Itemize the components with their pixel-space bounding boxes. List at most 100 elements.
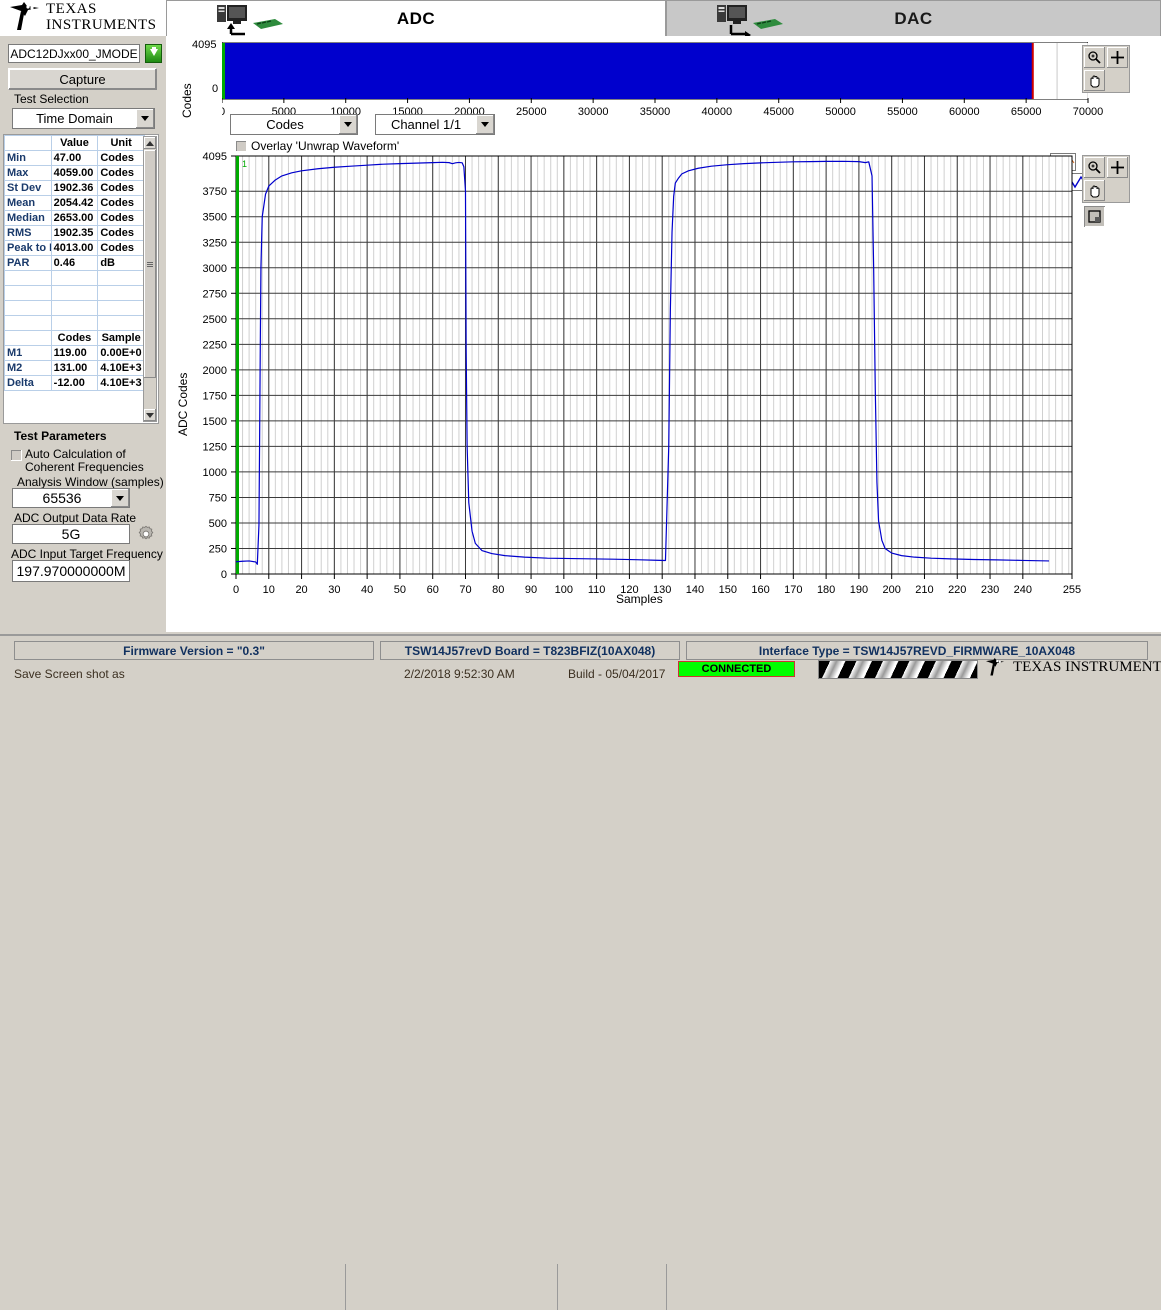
chevron-down-icon[interactable]	[111, 489, 129, 507]
svg-text:30: 30	[328, 584, 340, 596]
svg-text:50: 50	[394, 584, 406, 596]
units-select[interactable]: Codes	[230, 114, 358, 135]
svg-text:140: 140	[686, 584, 704, 596]
svg-text:1250: 1250	[203, 441, 227, 453]
overview-y-axis-label: Codes	[180, 83, 194, 118]
crosshair-icon[interactable]	[1107, 157, 1128, 178]
capture-button[interactable]: Capture	[8, 68, 157, 90]
fit-window-icon[interactable]	[1084, 206, 1105, 227]
stat-unit: Codes	[97, 240, 145, 256]
svg-text:160: 160	[751, 584, 769, 596]
svg-text:2250: 2250	[203, 339, 227, 351]
capture-button-label: Capture	[59, 71, 106, 87]
stat-unit: Codes	[97, 195, 145, 211]
connection-status-badge: CONNECTED	[678, 661, 795, 677]
svg-text:750: 750	[209, 492, 227, 504]
svg-text:90: 90	[525, 584, 537, 596]
stat-name: Peak to P	[4, 240, 52, 256]
test-selection-select[interactable]: Time Domain	[12, 108, 155, 129]
marker-codes: 119.00	[50, 345, 99, 361]
tab-dac[interactable]: DAC	[666, 0, 1161, 37]
scroll-down-icon[interactable]	[144, 409, 156, 421]
svg-text:2500: 2500	[203, 314, 227, 326]
stat-value: 4013.00	[50, 240, 99, 256]
adc-output-rate-value: 5G	[61, 526, 81, 542]
marker-sample: 0.00E+0	[97, 345, 145, 361]
svg-text:1750: 1750	[203, 390, 227, 402]
gear-icon[interactable]	[137, 525, 155, 543]
board-status: TSW14J57revD Board = T823BFIZ(10AX048)	[380, 641, 680, 660]
stat-name: Median	[4, 210, 52, 226]
svg-text:70000: 70000	[1073, 106, 1104, 118]
statistics-table-panel: Value Unit Min 47.00 Codes Max 4059.00 Codes…	[3, 134, 159, 424]
chevron-down-icon[interactable]	[476, 115, 494, 134]
pan-hand-icon[interactable]	[1084, 180, 1105, 201]
svg-text:40000: 40000	[702, 106, 733, 118]
svg-text:180: 180	[817, 584, 835, 596]
stats-table-scrollbar[interactable]	[143, 136, 157, 422]
green-down-arrow-icon[interactable]	[145, 44, 162, 63]
table-row: RMS 1902.35 Codes	[4, 225, 145, 241]
adc-input-freq-value: 197.970000000M	[16, 563, 126, 579]
overview-strip-chart[interactable]	[222, 42, 1088, 100]
channel-select[interactable]: Channel 1/1	[375, 114, 495, 135]
scrollbar-thumb[interactable]	[144, 150, 156, 378]
device-profile-input[interactable]: ADC12DJxx00_JMODE	[8, 44, 140, 63]
table-row: Min 47.00 Codes	[4, 150, 145, 166]
svg-text:1500: 1500	[203, 416, 227, 428]
tab-adc-label: ADC	[396, 9, 436, 28]
marker-col-codes: Codes	[50, 330, 99, 346]
statistics-table: Value Unit Min 47.00 Codes Max 4059.00 Codes…	[4, 135, 145, 391]
svg-text:150: 150	[719, 584, 737, 596]
stat-value: 2653.00	[50, 210, 99, 226]
save-screenshot-label[interactable]: Save Screen shot as	[14, 665, 125, 682]
auto-calculation-checkbox[interactable]	[11, 450, 22, 461]
svg-text:200: 200	[883, 584, 901, 596]
crosshair-icon[interactable]	[1107, 47, 1128, 68]
marker-name: M2	[4, 360, 52, 376]
tab-adc[interactable]: ADC	[166, 0, 666, 36]
stat-value: 1902.35	[50, 225, 99, 241]
marker-sample: 4.10E+3	[97, 360, 145, 376]
main-graph-toolbar[interactable]	[1082, 155, 1130, 203]
chevron-down-icon[interactable]	[136, 109, 154, 128]
stat-name: RMS	[4, 225, 52, 241]
overview-graph-toolbar[interactable]	[1082, 45, 1130, 93]
table-row: Delta -12.00 4.10E+3	[4, 375, 145, 391]
svg-text:30000: 30000	[578, 106, 609, 118]
marker-name: M1	[4, 345, 52, 361]
tab-bar: TEXAS INSTRUMENTS ADC DAC	[0, 0, 1161, 37]
adc-input-freq-input[interactable]: 197.970000000M	[12, 560, 130, 582]
svg-text:60: 60	[427, 584, 439, 596]
svg-text:100: 100	[555, 584, 573, 596]
adc-output-rate-input[interactable]: 5G	[12, 524, 130, 544]
stats-col-0	[4, 135, 52, 151]
ti-mark-icon	[986, 658, 1005, 676]
table-row: M1 119.00 0.00E+0	[4, 345, 145, 361]
svg-text:25000: 25000	[516, 106, 547, 118]
analysis-window-select[interactable]: 65536	[12, 488, 130, 508]
svg-text:1: 1	[242, 159, 247, 169]
svg-text:80: 80	[492, 584, 504, 596]
svg-text:35000: 35000	[640, 106, 671, 118]
main-waveform-chart[interactable]: 0250500750100012501500175020002250250027…	[188, 148, 1128, 628]
table-row-empty	[4, 285, 145, 301]
stat-unit: Codes	[97, 225, 145, 241]
footer-brand-line1: TEXAS	[1013, 659, 1062, 675]
table-row: PAR 0.46 dB	[4, 255, 145, 271]
chevron-down-icon[interactable]	[339, 115, 357, 134]
svg-text:0: 0	[221, 569, 227, 581]
pan-hand-icon[interactable]	[1084, 70, 1105, 91]
svg-text:50000: 50000	[825, 106, 856, 118]
datetime-status: 2/2/2018 9:52:30 AM	[404, 666, 515, 681]
svg-text:55000: 55000	[887, 106, 918, 118]
test-selection-value: Time Domain	[36, 111, 113, 126]
zoom-icon[interactable]	[1084, 157, 1105, 178]
stat-name: St Dev	[4, 180, 52, 196]
firmware-version-status: Firmware Version = "0.3"	[14, 641, 374, 660]
svg-text:3500: 3500	[203, 212, 227, 224]
scroll-up-icon[interactable]	[144, 137, 156, 149]
zoom-icon[interactable]	[1084, 47, 1105, 68]
ti-wordmark: TEXAS INSTRUMENTS	[46, 2, 157, 34]
stat-unit: Codes	[97, 180, 145, 196]
